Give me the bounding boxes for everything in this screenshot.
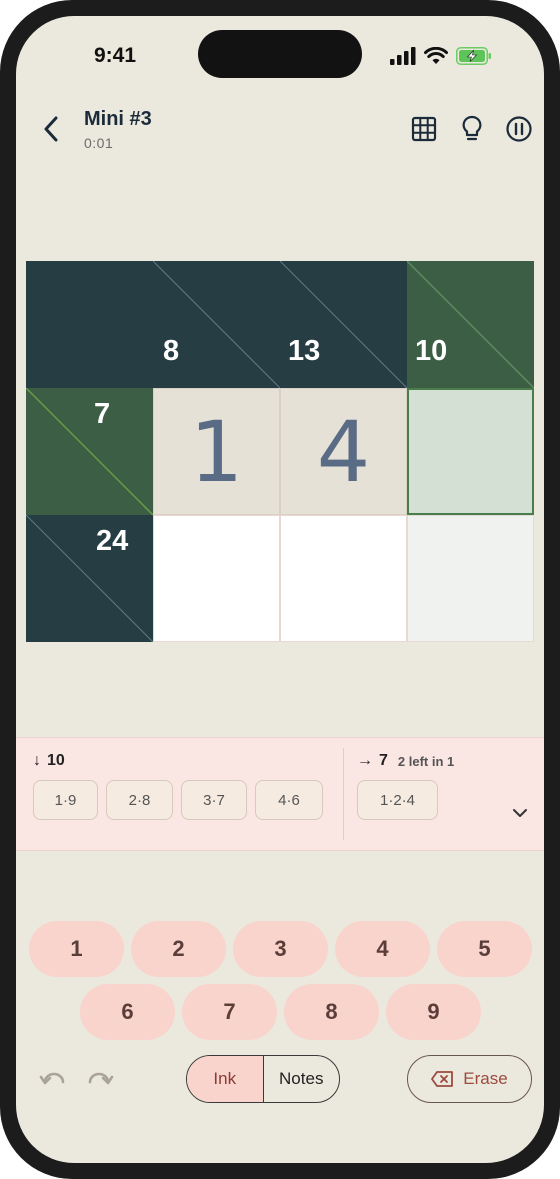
combo-chip[interactable]: 2·8 [106, 780, 173, 820]
answer-cell-r2c1[interactable] [153, 515, 280, 642]
cell-value: 1 [189, 402, 244, 501]
chevron-left-icon [44, 116, 58, 142]
cell-value: 4 [316, 402, 371, 501]
back-button[interactable] [34, 112, 68, 146]
answer-cell-r1c2[interactable]: 4 [280, 388, 407, 515]
clue-diagonal [153, 261, 280, 388]
answer-cell-r1c3-selected[interactable] [407, 388, 534, 515]
erase-button[interactable]: Erase [407, 1055, 532, 1103]
app-screen: 9:41 Mini #3 0:01 8 13 10 7 1 4 24 ↓ 10 … [16, 16, 544, 1163]
backspace-icon [431, 1071, 454, 1087]
clue-cell-down-8: 8 [153, 261, 280, 388]
key-1[interactable]: 1 [29, 921, 124, 977]
clue-diagonal [26, 515, 153, 642]
answer-cell-r2c2[interactable] [280, 515, 407, 642]
puzzle-title: Mini #3 [84, 108, 152, 130]
cellular-signal-icon [390, 47, 416, 65]
key-6[interactable]: 6 [80, 984, 175, 1040]
pause-icon [506, 116, 532, 142]
remaining-hint: 2 left in 1 [397, 753, 455, 769]
clue-cell-across-24: 24 [26, 515, 153, 642]
lightbulb-icon [462, 115, 482, 141]
dynamic-island [198, 30, 362, 78]
combo-chip[interactable]: 4·6 [255, 780, 323, 820]
clue-cell-down-10-active: 10 [407, 261, 534, 388]
clue-diagonal [280, 261, 407, 388]
clue-down-number: 8 [163, 335, 180, 367]
clue-cell-down-13: 13 [280, 261, 407, 388]
key-7[interactable]: 7 [182, 984, 277, 1040]
clue-across-number: 7 [94, 398, 111, 430]
ink-mode-button[interactable]: Ink [187, 1056, 264, 1102]
grid-view-button[interactable] [409, 114, 439, 144]
combo-divider [343, 748, 344, 840]
kakuro-grid: 8 13 10 7 1 4 24 [26, 261, 535, 642]
key-5[interactable]: 5 [437, 921, 532, 977]
cell-value [409, 390, 532, 513]
blocked-cell [26, 261, 153, 388]
clue-down-number: 10 [415, 335, 448, 367]
pause-button[interactable] [504, 114, 534, 144]
battery-charging-icon [456, 47, 491, 65]
grid-icon [411, 116, 437, 142]
key-3[interactable]: 3 [233, 921, 328, 977]
redo-button[interactable] [83, 1066, 117, 1094]
answer-cell-r1c1[interactable]: 1 [153, 388, 280, 515]
clue-diagonal [26, 388, 153, 515]
key-9[interactable]: 9 [386, 984, 481, 1040]
phone-frame: 9:41 Mini #3 0:01 8 13 10 7 1 4 24 ↓ 10 … [0, 0, 560, 1179]
across-clue-heading: → 7 2 left in 1 [357, 752, 454, 770]
down-clue-heading: ↓ 10 [33, 752, 65, 770]
status-icons [390, 44, 492, 68]
answer-cell-r2c3[interactable] [407, 515, 534, 642]
expand-combos-button[interactable] [508, 801, 532, 825]
hint-button[interactable] [457, 114, 487, 144]
chevron-down-icon [513, 809, 527, 817]
wifi-icon [424, 47, 448, 64]
input-mode-toggle: Ink Notes [186, 1055, 340, 1103]
arrow-down-icon: ↓ [33, 752, 41, 769]
key-2[interactable]: 2 [131, 921, 226, 977]
erase-label: Erase [463, 1069, 508, 1088]
notes-mode-button[interactable]: Notes [264, 1056, 340, 1102]
clue-diagonal [407, 261, 534, 388]
undo-icon [39, 1072, 65, 1085]
redo-icon [88, 1072, 114, 1085]
combination-panel: ↓ 10 1·9 2·8 3·7 4·6 → 7 2 left in 1 1·2… [16, 737, 544, 851]
combo-chip[interactable]: 3·7 [181, 780, 247, 820]
combo-chip[interactable]: 1·9 [33, 780, 98, 820]
down-clue-sum: 10 [47, 752, 65, 769]
across-clue-sum: 7 [379, 752, 388, 769]
key-8[interactable]: 8 [284, 984, 379, 1040]
arrow-right-icon: → [357, 752, 373, 769]
puzzle-timer: 0:01 [84, 135, 114, 151]
key-4[interactable]: 4 [335, 921, 430, 977]
status-time: 9:41 [94, 44, 137, 67]
clue-down-number: 13 [288, 335, 321, 367]
clue-across-number: 24 [96, 525, 129, 557]
undo-button[interactable] [36, 1066, 70, 1094]
combo-chip[interactable]: 1·2·4 [357, 780, 438, 820]
clue-cell-across-7-active: 7 [26, 388, 153, 515]
